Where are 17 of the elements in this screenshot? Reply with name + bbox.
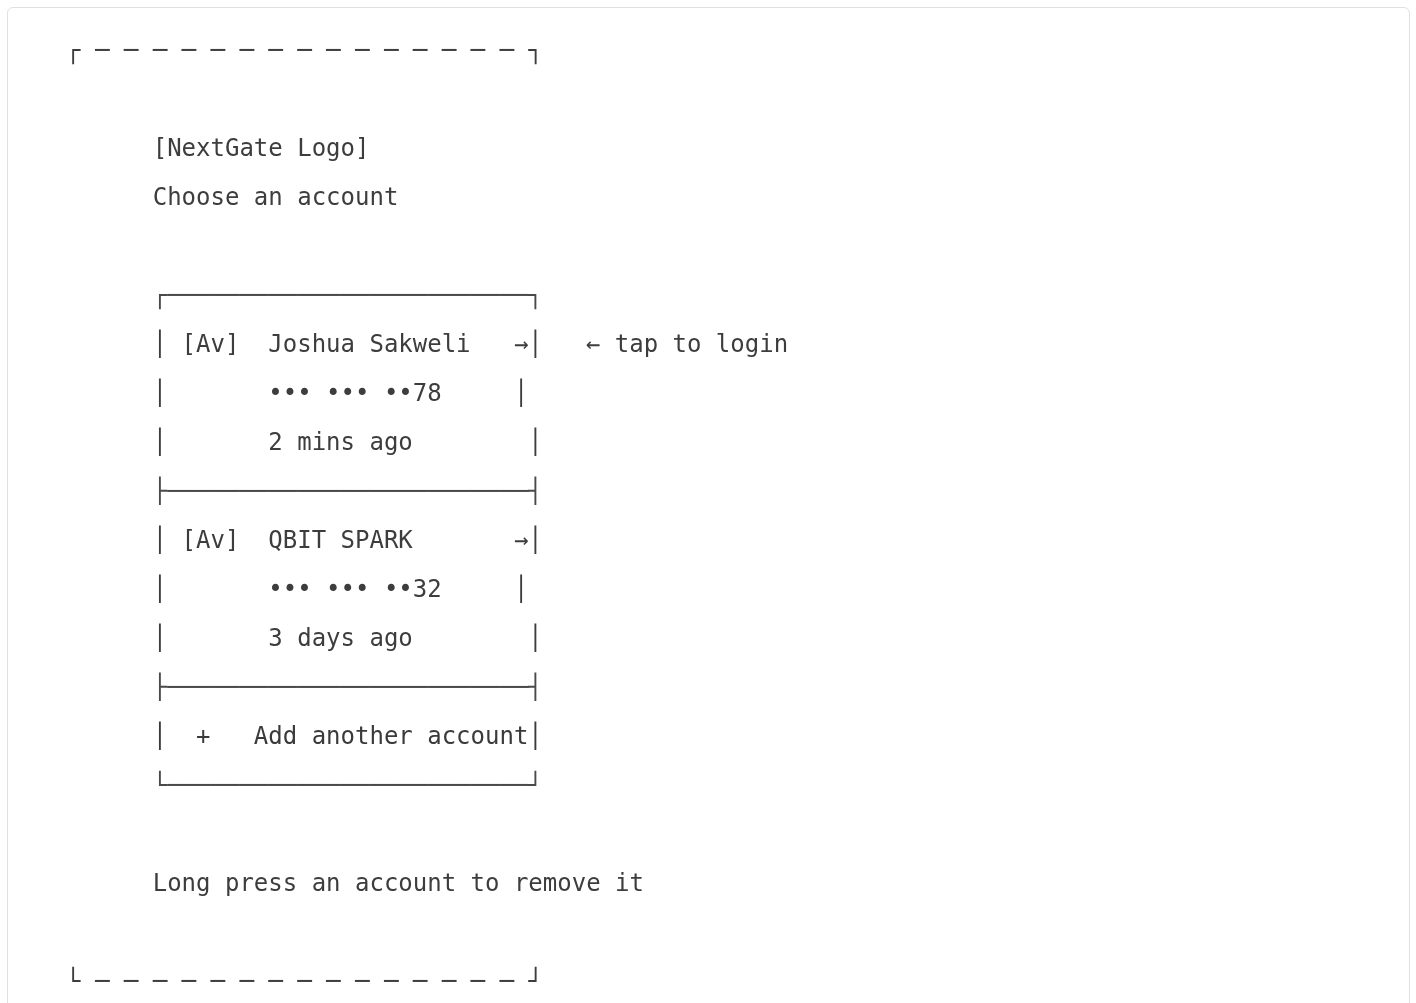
account-row-text: │ ••• ••• ••78 │	[152, 377, 529, 409]
hint-text: Long press an account to remove it	[152, 868, 644, 899]
annotation: ← tap to login	[585, 329, 789, 360]
heading: Choose an account	[152, 182, 399, 213]
dashed-frame-line: └ ─ ─ ─ ─ ─ ─ ─ ─ ─ ─ ─ ─ ─ ─ ─ ┘	[66, 965, 543, 997]
logo-placeholder-label: [NextGate Logo]	[152, 133, 370, 164]
box-border-line: ├─────────────────────────┤	[152, 475, 543, 507]
account-row-text: │ [Av] QBIT SPARK →│	[152, 524, 543, 556]
box-border-line: ├─────────────────────────┤	[152, 671, 543, 703]
add-account-row-text: │ + Add another account│	[152, 720, 543, 752]
account-row-text: │ 2 mins ago │	[152, 426, 543, 458]
box-border-line: ┌─────────────────────────┐	[152, 280, 543, 312]
box-border-line: └─────────────────────────┘	[152, 769, 543, 801]
account-row-text: │ ••• ••• ••32 │	[152, 573, 529, 605]
account-row-text: │ [Av] Joshua Sakweli →│	[152, 328, 543, 360]
dashed-frame-line: ┌ ─ ─ ─ ─ ─ ─ ─ ─ ─ ─ ─ ─ ─ ─ ─ ┐	[66, 35, 543, 67]
account-row-text: │ 3 days ago │	[152, 622, 543, 654]
